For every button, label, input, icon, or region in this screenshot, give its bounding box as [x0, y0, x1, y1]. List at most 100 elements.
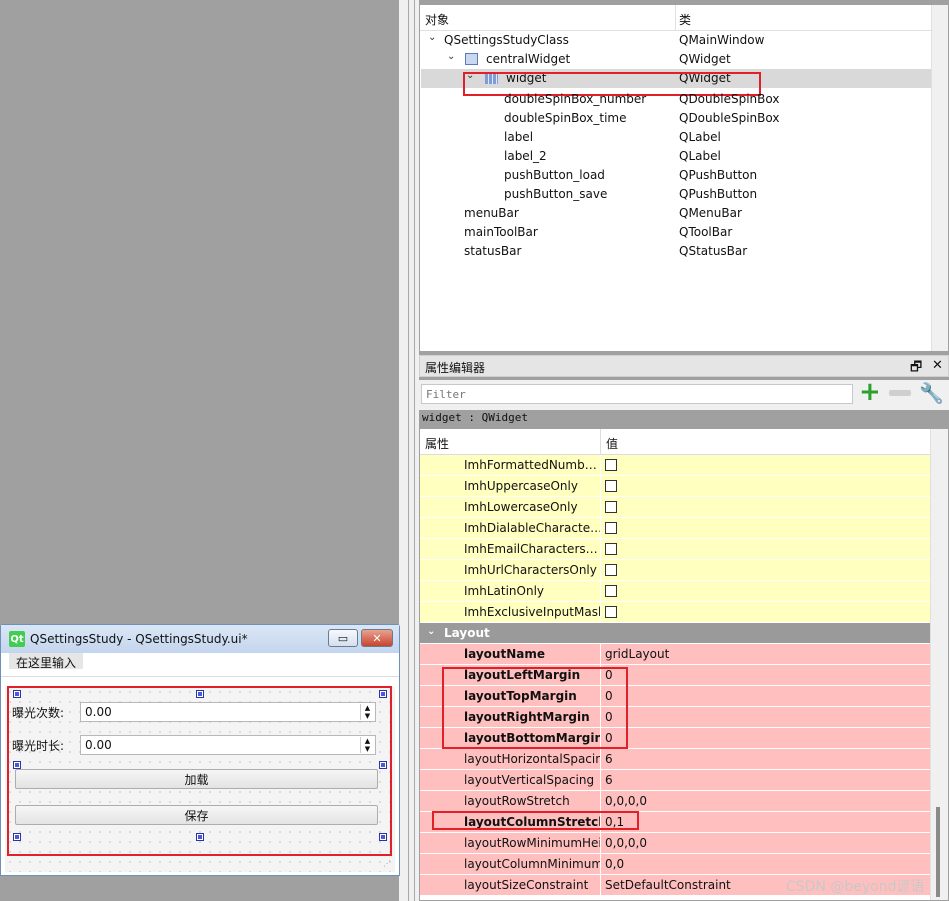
property-row[interactable]: ImhLatinOnly — [420, 581, 930, 602]
menu-type-here[interactable]: 在这里输入 — [9, 653, 84, 670]
property-row[interactable]: ImhUrlCharactersOnly — [420, 560, 930, 581]
tree-row-name: mainToolBar — [464, 225, 538, 239]
property-checkbox[interactable] — [605, 585, 617, 597]
property-checkbox[interactable] — [605, 522, 617, 534]
property-row[interactable]: layoutColumnMinimum… 0,0 — [420, 854, 930, 875]
property-row[interactable]: layoutHorizontalSpacing 6 — [420, 749, 930, 770]
close-icon[interactable]: ✕ — [932, 358, 943, 373]
load-button[interactable]: 加载 — [15, 769, 378, 789]
spin-arrows-icon[interactable]: ▲ ▼ — [360, 737, 374, 753]
property-checkbox[interactable] — [605, 501, 617, 513]
exposure-time-label: 曝光时长: — [12, 738, 65, 753]
property-group-name: Layout — [444, 626, 490, 640]
property-checkbox[interactable] — [605, 459, 617, 471]
column-object[interactable]: 对象 — [425, 11, 449, 28]
tree-row[interactable]: ⌄ centralWidget QWidget — [421, 50, 931, 69]
exposure-time-value: 0.00 — [85, 738, 112, 752]
spin-arrows-icon[interactable]: ▲ ▼ — [360, 704, 374, 720]
scrollbar-thumb[interactable] — [936, 807, 940, 897]
object-inspector-scrollbar[interactable] — [931, 5, 948, 351]
resize-handle[interactable] — [379, 690, 387, 698]
property-name: layoutColumnMinimum… — [464, 857, 600, 871]
column-class[interactable]: 类 — [679, 11, 691, 28]
property-row[interactable]: layoutVerticalSpacing 6 — [420, 770, 930, 791]
column-divider[interactable] — [600, 429, 601, 455]
property-checkbox[interactable] — [605, 480, 617, 492]
property-value[interactable]: 0,0,0,0 — [605, 836, 647, 850]
property-value[interactable]: gridLayout — [605, 647, 669, 661]
size-grip-icon[interactable]: ⋰ — [383, 859, 391, 868]
chevron-down-icon[interactable]: ⌄ — [427, 626, 435, 637]
splitter[interactable] — [399, 0, 419, 901]
tree-row[interactable]: doubleSpinBox_number QDoubleSpinBox — [421, 90, 931, 109]
column-divider[interactable] — [675, 5, 676, 31]
property-row[interactable]: layoutRowMinimumHeight 0,0,0,0 — [420, 833, 930, 854]
form-preview-window: Qt QSettingsStudy - QSettingsStudy.ui* ▭… — [0, 624, 400, 876]
form-window-titlebar[interactable]: Qt QSettingsStudy - QSettingsStudy.ui* ▭… — [1, 625, 399, 653]
property-table: 属性 值 ImhFormattedNumb… ImhUppercaseOnly … — [419, 428, 949, 901]
property-value[interactable]: 6 — [605, 752, 613, 766]
resize-handle[interactable] — [379, 761, 387, 769]
remove-property-icon[interactable] — [889, 390, 911, 396]
column-property[interactable]: 属性 — [425, 435, 449, 452]
tree-row[interactable]: menuBar QMenuBar — [421, 204, 931, 223]
form-menubar: 在这里输入 — [1, 653, 399, 671]
property-editor-titlebar: 属性编辑器 🗗 ✕ — [419, 355, 949, 377]
tree-row-name: doubleSpinBox_number — [504, 92, 647, 106]
add-property-icon[interactable]: + — [859, 379, 881, 405]
resize-handle[interactable] — [13, 761, 21, 769]
property-row[interactable]: ImhLowercaseOnly — [420, 497, 930, 518]
property-row[interactable]: ImhExclusiveInputMask — [420, 602, 930, 623]
property-name: layoutRowStretch — [464, 794, 570, 808]
property-row[interactable]: layoutRowStretch 0,0,0,0 — [420, 791, 930, 812]
exposure-count-row: 曝光次数: 0.00 ▲ ▼ — [12, 702, 376, 722]
form-toolbar — [1, 671, 399, 677]
minimize-button[interactable]: ▭ — [328, 629, 358, 647]
tree-row[interactable]: label QLabel — [421, 128, 931, 147]
resize-handle[interactable] — [13, 690, 21, 698]
property-row[interactable]: layoutName gridLayout — [420, 644, 930, 665]
property-table-scrollbar[interactable] — [930, 429, 948, 900]
tree-row[interactable]: label_2 QLabel — [421, 147, 931, 166]
resize-handle[interactable] — [196, 690, 204, 698]
exposure-time-spinbox[interactable]: 0.00 ▲ ▼ — [80, 735, 376, 755]
property-value[interactable]: SetDefaultConstraint — [605, 878, 731, 892]
resize-handle[interactable] — [13, 833, 21, 841]
resize-handle[interactable] — [379, 833, 387, 841]
property-row[interactable]: ImhEmailCharacters… — [420, 539, 930, 560]
tree-row[interactable]: pushButton_load QPushButton — [421, 166, 931, 185]
column-value[interactable]: 值 — [606, 435, 618, 452]
property-row[interactable]: ImhFormattedNumb… — [420, 455, 930, 476]
property-value[interactable]: 6 — [605, 773, 613, 787]
tree-row[interactable]: doubleSpinBox_time QDoubleSpinBox — [421, 109, 931, 128]
property-checkbox[interactable] — [605, 543, 617, 555]
property-value[interactable]: 0,0,0,0 — [605, 794, 647, 808]
property-value[interactable]: 0,0 — [605, 857, 624, 871]
close-button[interactable]: ✕ — [361, 629, 393, 647]
wrench-icon[interactable]: 🔧 — [919, 381, 944, 405]
tree-row-class: QMainWindow — [679, 33, 765, 47]
tree-row[interactable]: statusBar QStatusBar — [421, 242, 931, 261]
property-checkbox[interactable] — [605, 564, 617, 576]
property-checkbox[interactable] — [605, 606, 617, 618]
tree-row-name: menuBar — [464, 206, 519, 220]
exposure-count-spinbox[interactable]: 0.00 ▲ ▼ — [80, 702, 376, 722]
tree-row-name: label — [504, 130, 534, 144]
property-row[interactable]: ImhDialableCharacte… — [420, 518, 930, 539]
exposure-count-value: 0.00 — [85, 705, 112, 719]
property-row[interactable]: ImhUppercaseOnly — [420, 476, 930, 497]
property-name: layoutRowMinimumHeight — [464, 836, 600, 850]
form-window-title: QSettingsStudy - QSettingsStudy.ui* — [30, 632, 248, 646]
save-button[interactable]: 保存 — [15, 805, 378, 825]
chevron-down-icon[interactable]: ⌄ — [447, 51, 455, 62]
float-icon[interactable]: 🗗 — [910, 358, 922, 380]
resize-handle[interactable] — [196, 833, 204, 841]
tree-row[interactable]: ⌄ QSettingsStudyClass QMainWindow — [421, 31, 931, 50]
exposure-time-row: 曝光时长: 0.00 ▲ ▼ — [12, 735, 376, 755]
tree-row[interactable]: pushButton_save QPushButton — [421, 185, 931, 204]
tree-row[interactable]: mainToolBar QToolBar — [421, 223, 931, 242]
property-group-layout[interactable]: ⌄ Layout — [420, 623, 930, 644]
minimize-icon: ▭ — [337, 631, 349, 645]
filter-input[interactable] — [421, 384, 853, 404]
chevron-down-icon[interactable]: ⌄ — [428, 32, 436, 43]
